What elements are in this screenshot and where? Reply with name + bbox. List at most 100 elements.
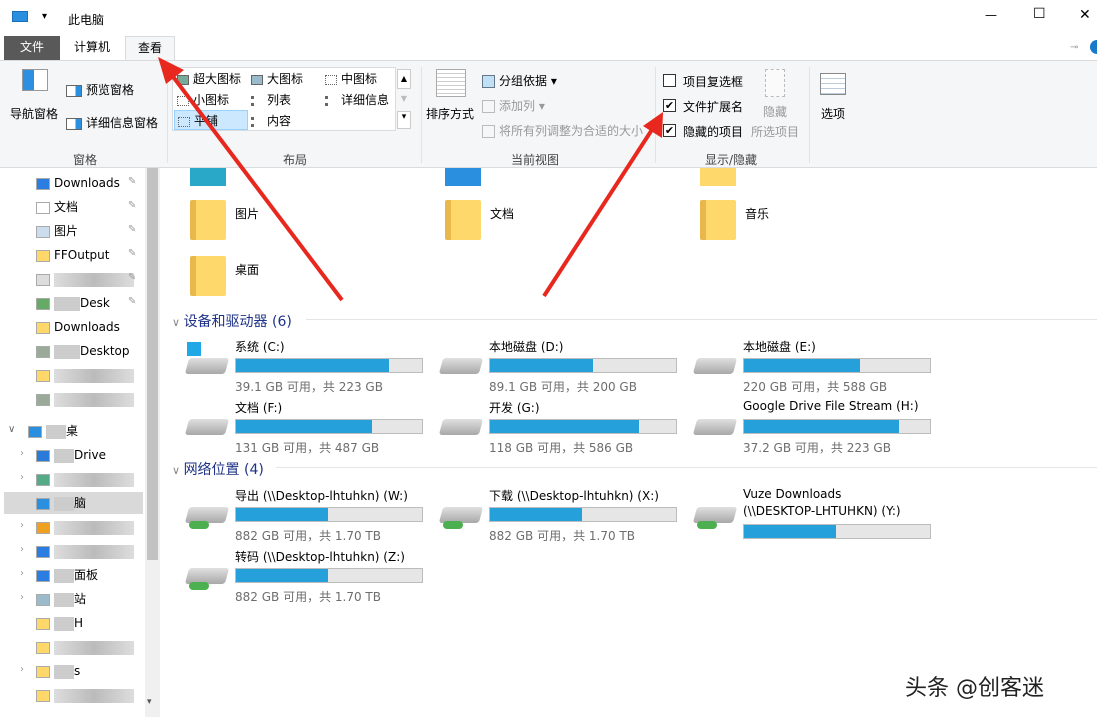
expand-chevron-icon[interactable]: › xyxy=(20,592,24,603)
folder-icon xyxy=(190,168,226,186)
layout-small-icons[interactable]: 小图标 xyxy=(177,91,229,108)
layout-extra-large-icons[interactable]: 超大图标 xyxy=(177,70,241,87)
nav-item[interactable]: Downloads xyxy=(36,316,120,338)
pin-icon[interactable]: ✎ xyxy=(128,200,136,211)
pin-ribbon-icon[interactable]: ⊸ xyxy=(1070,42,1078,53)
maximize-button[interactable]: ☐ xyxy=(1033,6,1046,22)
size-all-columns-button[interactable]: 将所有列调整为合适的大小 xyxy=(482,122,643,139)
file-extensions-checkbox[interactable]: ✔ xyxy=(663,99,676,112)
item-checkboxes-label[interactable]: 项目复选框 xyxy=(683,73,743,90)
drive-item[interactable]: 本地磁盘 (D:) 89.1 GB 可用，共 200 GB xyxy=(438,338,689,398)
details-pane-button[interactable]: 详细信息窗格 xyxy=(66,114,158,131)
hide-selected-button[interactable]: 隐藏 所选项目 xyxy=(748,69,802,140)
network-drive-item[interactable]: 下载 (\\Desktop-lhtuhkn) (X:) 882 GB 可用，共 1… xyxy=(438,487,689,547)
expand-chevron-icon[interactable]: › xyxy=(20,544,24,555)
pin-icon[interactable]: ✎ xyxy=(128,176,136,187)
layout-scroll-down[interactable]: ▼ xyxy=(397,90,411,110)
minimize-button[interactable]: — xyxy=(985,8,997,22)
layout-list[interactable]: 列表 xyxy=(251,91,291,108)
pin-icon[interactable]: ✎ xyxy=(128,224,136,235)
nav-item[interactable] xyxy=(36,540,134,562)
folder-item[interactable]: 音乐 xyxy=(700,200,900,248)
folder-item[interactable]: 图片 xyxy=(190,200,390,248)
nav-item[interactable]: 脑 xyxy=(4,492,143,514)
expand-chevron-icon[interactable]: › xyxy=(20,520,24,531)
nav-item[interactable] xyxy=(36,636,134,658)
drive-item[interactable]: 文档 (F:) 131 GB 可用，共 487 GB xyxy=(184,399,435,459)
folder-item[interactable]: 文档 xyxy=(445,200,645,248)
expand-chevron-icon[interactable]: › xyxy=(20,448,24,459)
nav-item[interactable] xyxy=(36,268,134,290)
preview-pane-button[interactable]: 预览窗格 xyxy=(66,81,134,98)
nav-scrollbar-thumb[interactable] xyxy=(147,168,158,560)
folder-icon xyxy=(700,200,736,240)
folder-icon xyxy=(445,200,481,240)
drive-item[interactable]: Google Drive File Stream (H:) 37.2 GB 可用，… xyxy=(692,399,943,459)
nav-item[interactable]: Desktop xyxy=(36,340,130,362)
layout-details[interactable]: 详细信息 xyxy=(325,91,389,108)
pin-icon[interactable]: ✎ xyxy=(128,248,136,259)
quick-access-dropdown[interactable]: ▾ xyxy=(42,11,47,22)
nav-item[interactable]: Desk xyxy=(36,292,110,314)
section-devices-header[interactable]: ∨ 设备和驱动器 (6) xyxy=(172,311,292,331)
pin-icon[interactable]: ✎ xyxy=(128,272,136,283)
layout-content[interactable]: 内容 xyxy=(251,112,291,129)
network-drive-item[interactable]: 导出 (\\Desktop-lhtuhkn) (W:) 882 GB 可用，共 1… xyxy=(184,487,435,547)
layout-expand[interactable]: ▾ xyxy=(397,111,411,129)
nav-item[interactable]: FFOutput xyxy=(36,244,110,266)
nav-item[interactable]: Drive xyxy=(36,444,106,466)
navigation-pane-button[interactable]: 导航窗格 xyxy=(10,69,62,129)
hidden-items-label[interactable]: 隐藏的项目 xyxy=(683,123,743,140)
hidden-items-checkbox[interactable]: ✔ xyxy=(663,124,676,137)
layout-tiles[interactable]: 平铺 xyxy=(174,110,248,130)
nav-item[interactable]: H xyxy=(36,612,83,634)
nav-item[interactable] xyxy=(36,388,134,410)
nav-item[interactable]: 面板 xyxy=(36,564,98,586)
layout-large-icons[interactable]: 大图标 xyxy=(251,70,303,87)
network-drive-item[interactable]: 转码 (\\Desktop-lhtuhkn) (Z:) 882 GB 可用，共 1… xyxy=(184,548,435,608)
nav-item[interactable]: 图片 xyxy=(36,220,78,242)
nav-scroll-down[interactable]: ▾ xyxy=(147,697,152,707)
blurred-region xyxy=(54,520,134,535)
nav-item[interactable] xyxy=(36,684,134,706)
options-button[interactable]: 选项 xyxy=(815,73,851,122)
tab-view[interactable]: 查看 xyxy=(125,36,176,61)
add-columns-button[interactable]: 添加列 ▾ xyxy=(482,97,545,114)
network-drive-item[interactable]: Vuze Downloads (\\DESKTOP-LHTUHKN) (Y:) xyxy=(692,487,943,547)
group-by-button[interactable]: 分组依据 ▾ xyxy=(482,72,557,89)
divider xyxy=(809,67,810,163)
nav-item[interactable] xyxy=(36,516,134,538)
drive-item[interactable]: 系统 (C:) 39.1 GB 可用，共 223 GB xyxy=(184,338,435,398)
nav-item[interactable]: s xyxy=(36,660,80,682)
nav-item[interactable] xyxy=(36,364,134,386)
navigation-pane-label: 导航窗格 xyxy=(10,107,59,121)
folder-item[interactable]: 桌面 xyxy=(190,256,390,304)
expand-chevron-icon[interactable]: › xyxy=(20,472,24,483)
nav-item[interactable]: 桌 xyxy=(28,420,78,442)
drive-item[interactable]: 开发 (G:) 118 GB 可用，共 586 GB xyxy=(438,399,689,459)
layout-label: 超大图标 xyxy=(193,72,242,86)
file-extensions-label[interactable]: 文件扩展名 xyxy=(683,98,743,115)
item-checkboxes-checkbox[interactable] xyxy=(663,74,676,87)
sort-by-button[interactable]: 排序方式 xyxy=(426,69,478,122)
close-button[interactable]: ✕ xyxy=(1079,7,1091,23)
layout-medium-icons[interactable]: 中图标 xyxy=(325,70,377,87)
collapse-chevron-icon[interactable]: ∨ xyxy=(8,424,15,435)
usage-bar xyxy=(743,358,931,373)
nav-item[interactable]: 文档 xyxy=(36,196,78,218)
help-icon[interactable] xyxy=(1090,40,1097,54)
pin-icon[interactable]: ✎ xyxy=(128,296,136,307)
add-columns-label: 添加列 xyxy=(499,99,536,113)
layout-label: 详细信息 xyxy=(341,93,390,107)
section-network-header[interactable]: ∨ 网络位置 (4) xyxy=(172,459,264,479)
nav-item[interactable]: 站 xyxy=(36,588,86,610)
nav-item[interactable] xyxy=(36,468,134,490)
tab-file[interactable]: 文件 xyxy=(4,36,60,60)
usage-bar xyxy=(235,358,423,373)
expand-chevron-icon[interactable]: › xyxy=(20,568,24,579)
tab-computer[interactable]: 计算机 xyxy=(62,36,122,60)
nav-item[interactable]: Downloads xyxy=(36,172,120,194)
expand-chevron-icon[interactable]: › xyxy=(20,664,24,675)
layout-scroll-up[interactable]: ▲ xyxy=(397,69,411,89)
drive-item[interactable]: 本地磁盘 (E:) 220 GB 可用，共 588 GB xyxy=(692,338,943,398)
